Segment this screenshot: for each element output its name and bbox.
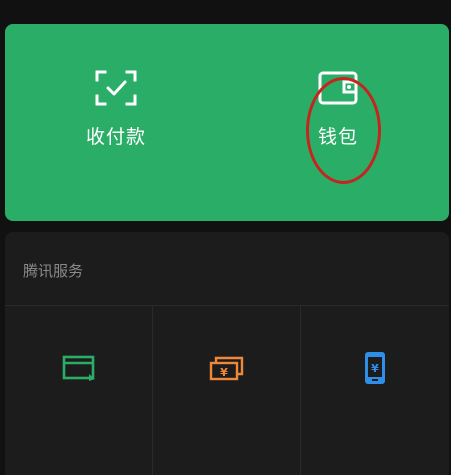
tencent-services-card: 腾讯服务 ¥ ¥ bbox=[5, 232, 449, 475]
pay-receive-button[interactable]: 收付款 bbox=[56, 68, 176, 178]
wallet-label: 钱包 bbox=[317, 126, 358, 148]
wealth-management-icon: ¥ bbox=[207, 348, 247, 388]
svg-text:¥: ¥ bbox=[220, 366, 228, 379]
scan-check-icon bbox=[93, 68, 139, 108]
divider bbox=[300, 306, 301, 475]
wallet-icon bbox=[315, 68, 361, 108]
card-repayment-icon bbox=[59, 348, 99, 388]
svg-text:¥: ¥ bbox=[371, 362, 379, 375]
service-wealth[interactable]: ¥ bbox=[153, 306, 300, 475]
services-header: 腾讯服务 bbox=[23, 262, 84, 280]
wechat-pay-page: 收付款 钱包 腾讯服务 ¥ ¥ bbox=[0, 0, 451, 475]
divider bbox=[152, 306, 153, 475]
pay-receive-label: 收付款 bbox=[85, 126, 146, 148]
service-card-repayment[interactable] bbox=[5, 306, 152, 475]
phone-topup-icon: ¥ bbox=[355, 348, 395, 388]
service-phone-topup[interactable]: ¥ bbox=[301, 306, 448, 475]
pay-wallet-panel: 收付款 钱包 bbox=[5, 24, 449, 221]
wallet-button[interactable]: 钱包 bbox=[278, 68, 398, 178]
